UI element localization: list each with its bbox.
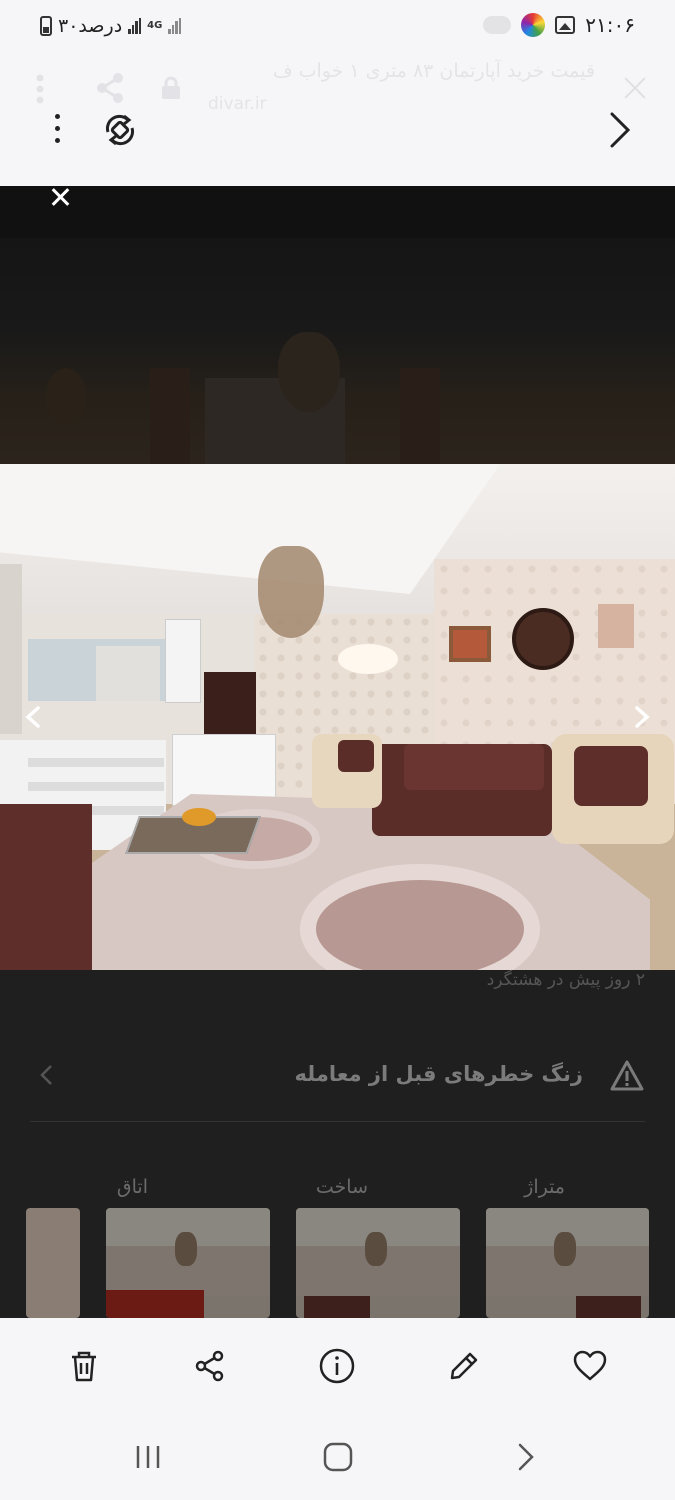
thumbnail-chandelier bbox=[364, 1232, 387, 1266]
warning-icon bbox=[610, 1060, 644, 1091]
posted-time: ۲ روز پیش در هشتگرد bbox=[486, 970, 645, 990]
action-bar bbox=[0, 1318, 675, 1414]
thumbnail-sofa bbox=[575, 1296, 641, 1318]
photo-chandelier bbox=[258, 546, 324, 638]
toggle-icon bbox=[483, 16, 512, 34]
dim-curtain bbox=[150, 368, 190, 464]
delete-icon[interactable] bbox=[64, 1346, 104, 1386]
game-launcher-icon bbox=[521, 13, 546, 37]
thumbnail-sofa bbox=[304, 1296, 370, 1318]
thumbnail[interactable] bbox=[486, 1208, 649, 1318]
lock-icon bbox=[162, 76, 180, 99]
signal-icon bbox=[128, 18, 142, 34]
photo-wall-clock bbox=[512, 608, 574, 670]
back-icon[interactable] bbox=[506, 1440, 546, 1474]
viewer-close-icon[interactable] bbox=[48, 186, 72, 210]
photo-fruit-bowl bbox=[182, 808, 216, 826]
dim-clock bbox=[46, 368, 86, 426]
photo-wall-light bbox=[338, 644, 398, 674]
chevron-right-icon[interactable] bbox=[627, 702, 657, 732]
photo-armchair-cushion bbox=[574, 746, 648, 806]
home-icon[interactable] bbox=[318, 1440, 358, 1474]
signal-2-icon bbox=[168, 18, 182, 34]
chevron-left-icon[interactable] bbox=[18, 702, 48, 732]
photo-sofa-back bbox=[404, 744, 544, 790]
clock-time: ۲۱:۰۶ bbox=[585, 13, 635, 37]
photo-wedding-picture bbox=[598, 604, 634, 648]
dim-toolbar bbox=[0, 186, 675, 238]
image-viewer-overlay: ۲ روز پیش در هشتگرد زنگ خطرهای قبل از مع… bbox=[0, 186, 675, 1318]
battery-icon bbox=[40, 16, 52, 36]
photo-fridge bbox=[165, 619, 201, 703]
safety-alert-title: زنگ خطرهای قبل از معامله bbox=[294, 1062, 583, 1086]
close-icon[interactable] bbox=[621, 74, 649, 102]
gallery-icon bbox=[555, 16, 576, 34]
favorite-icon[interactable] bbox=[570, 1346, 610, 1386]
listing-photo[interactable] bbox=[0, 464, 675, 970]
forward-chevron-icon[interactable] bbox=[600, 110, 640, 150]
rotate-icon[interactable] bbox=[100, 110, 140, 150]
photo-painting bbox=[449, 626, 491, 662]
thumbnail-chandelier bbox=[554, 1232, 577, 1266]
share-icon bbox=[97, 73, 123, 103]
thumbnail-caption: ساخت bbox=[315, 1176, 368, 1198]
page-url: divar.ir bbox=[208, 94, 267, 114]
thumbnail-chandelier bbox=[174, 1232, 197, 1266]
thumbnail[interactable] bbox=[296, 1208, 460, 1318]
info-icon[interactable] bbox=[317, 1346, 357, 1386]
more-vert-ghost-icon bbox=[36, 74, 44, 104]
thumbnail-caption: متراژ bbox=[524, 1176, 565, 1198]
dimmed-photo bbox=[0, 238, 675, 464]
network-type: 4G bbox=[147, 20, 163, 31]
safety-alert-row[interactable]: زنگ خطرهای قبل از معامله bbox=[30, 1040, 645, 1122]
status-right: ۲۱:۰۶ bbox=[483, 12, 635, 38]
dim-curtain bbox=[400, 368, 440, 464]
browser-chrome: قیمت خرید آپارتمان ۸۳ متری ۱ خواب ف diva… bbox=[0, 52, 675, 186]
thumbnail-bed bbox=[106, 1290, 205, 1318]
page-title: قیمت خرید آپارتمان ۸۳ متری ۱ خواب ف bbox=[272, 60, 595, 82]
battery-text: ۳۰درصد bbox=[58, 15, 123, 37]
recents-icon[interactable] bbox=[128, 1440, 168, 1474]
dim-chandelier bbox=[278, 332, 340, 412]
thumbnail[interactable] bbox=[106, 1208, 270, 1318]
share-icon[interactable] bbox=[190, 1346, 230, 1386]
chevron-left-icon bbox=[40, 1065, 52, 1085]
thumbnail[interactable] bbox=[26, 1208, 80, 1318]
more-vert-icon[interactable] bbox=[50, 114, 64, 148]
photo-armchair-cushion bbox=[338, 740, 374, 772]
photo-chair bbox=[0, 804, 92, 970]
system-nav-bar bbox=[0, 1414, 675, 1500]
edit-icon[interactable] bbox=[444, 1346, 484, 1386]
photo-cabinet-door bbox=[96, 646, 160, 701]
thumbnail-strip: متراژ ساخت اتاق bbox=[0, 1176, 675, 1318]
status-left: ۳۰درصد 4G bbox=[40, 14, 182, 38]
thumbnail-caption: اتاق bbox=[116, 1176, 148, 1198]
status-bar: ۳۰درصد 4G ۲۱:۰۶ bbox=[0, 0, 675, 52]
